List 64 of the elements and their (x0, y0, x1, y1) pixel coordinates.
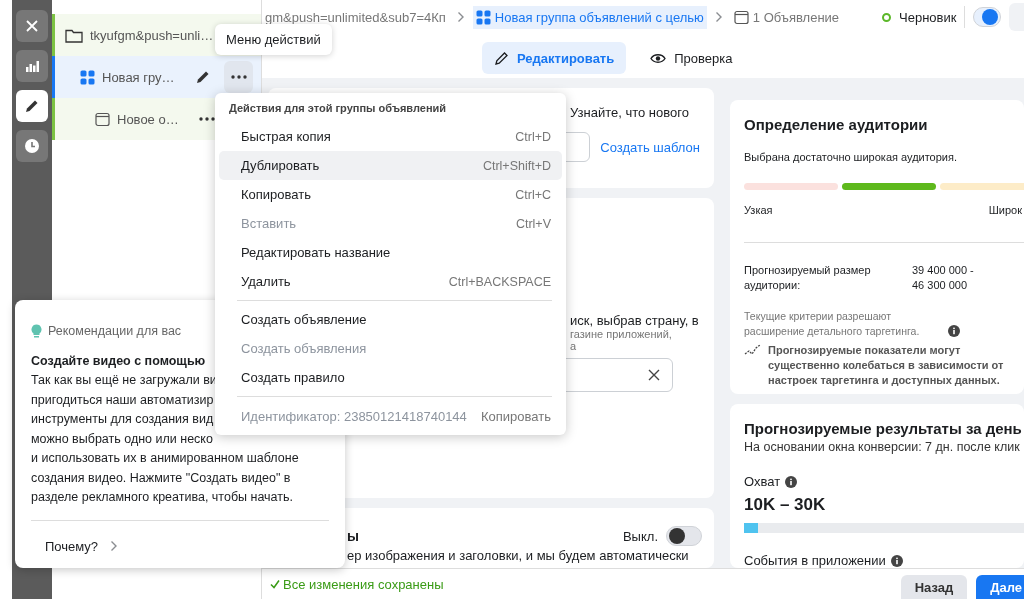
card-text: иск, выбрав страну, в (570, 313, 699, 328)
hint-text: газине приложений, (570, 328, 672, 340)
popup-text: разделе рекламного креатива, чтобы начать. (31, 489, 293, 506)
section-title: ы (347, 528, 359, 544)
note-text: Текущие критерии разрешают расширение детального таргетинга. (744, 309, 921, 339)
item-label: tkyufgm&push=unli… (90, 27, 214, 43)
menu-item-label: Копировать (241, 187, 311, 202)
tab[interactable]: Проверка (638, 42, 745, 74)
popup-heading: Создайте видео с помощью (31, 353, 206, 370)
why-link[interactable]: Почему? (45, 538, 119, 554)
menu-item-label: Создать правило (241, 370, 345, 385)
metric-label: Охват (744, 474, 781, 489)
next-button[interactable]: Дале (976, 575, 1024, 599)
id-text: Идентификатор: 23850121418740144 (241, 408, 467, 424)
popup-text: можно выбрать одно или неско (31, 430, 213, 448)
shortcut-text: Ctrl+BACKSPACE (448, 274, 551, 289)
card-subtitle: На основании окна конверсии: 7 дн. после клик (744, 440, 1020, 454)
metric-value: 10K – 30K (744, 495, 827, 515)
size-value: 39 400 000 - 46 300 000 (912, 263, 975, 293)
card-title: Прогнозируемые результаты за день (744, 420, 1023, 437)
shortcut-text: Ctrl+V (515, 216, 551, 231)
section-text: ер изображения и заголовки, и мы будем автоматически (347, 548, 689, 563)
popup-text: пригодиться наши автоматизир (31, 391, 214, 409)
hint-text: а (570, 340, 577, 352)
warning-text: Прогнозируемые показатели могут существенно колебаться в зависимости от настроек таргетинга и доступных данных. (768, 343, 1005, 388)
menu-item[interactable]: Создать правило (219, 363, 562, 392)
back-button[interactable]: Назад (900, 575, 968, 599)
toggle-label: Выкл. (622, 528, 658, 544)
popup-text: инструменты для создания вид (31, 411, 214, 428)
shortcut-text: Ctrl+D (515, 129, 551, 144)
menu-item[interactable]: Дублировать Ctrl+Shift+D (219, 151, 562, 180)
size-label: Прогнозируемый размер аудитории: (744, 263, 872, 293)
metric-label: События в приложении (744, 553, 886, 568)
menu-item-label: Создать объявление (241, 312, 367, 327)
meter-label: Узкая (744, 204, 773, 216)
breadcrumb-item[interactable]: Новая группа объявлений с целью (472, 5, 707, 29)
menu-item[interactable]: Удалить Ctrl+BACKSPACE (219, 267, 562, 296)
saved-status: Все изменения сохранены (283, 576, 444, 592)
popup-title: Рекомендации для вас (48, 324, 182, 338)
menu-item-label: Редактировать название (241, 245, 391, 260)
card-title: Определение аудитории (744, 116, 929, 133)
copy-button[interactable]: Копировать (481, 408, 551, 424)
status-label: Черновик (899, 9, 957, 25)
tree-item[interactable]: Новая гру… (52, 56, 261, 98)
card-text: Узнайте, что нового (570, 105, 689, 120)
menu-item-label: Дублировать (241, 158, 320, 173)
popup-text: и использовать их в анимированном шаблоне (31, 450, 299, 467)
menu-item-label: Вставить (241, 216, 297, 231)
card-subtitle: Выбрана достаточно широкая аудитория. (744, 151, 957, 163)
item-label: Новое о… (117, 111, 179, 127)
menu-item-label: Создать объявления (241, 341, 367, 356)
shortcut-text: Ctrl+C (515, 187, 551, 202)
menu-item[interactable]: Создать объявление (219, 305, 562, 334)
menu-item[interactable]: Редактировать название (219, 238, 562, 267)
tab[interactable]: Редактировать (482, 42, 627, 74)
create-template-link[interactable]: Создать шаблон (600, 139, 700, 155)
popup-text: создания видео. Нажмите "Создать видео" в (31, 469, 291, 487)
menu-item[interactable]: Копировать Ctrl+C (219, 180, 562, 209)
tooltip: Меню действий (215, 24, 332, 55)
breadcrumb-item[interactable]: 1 Объявление (730, 5, 843, 29)
item-label: Новая гру… (102, 69, 175, 85)
meter-label: Широк (988, 204, 1022, 216)
shortcut-text: Ctrl+Shift+D (482, 158, 551, 173)
menu-item-label: Удалить (241, 274, 291, 289)
